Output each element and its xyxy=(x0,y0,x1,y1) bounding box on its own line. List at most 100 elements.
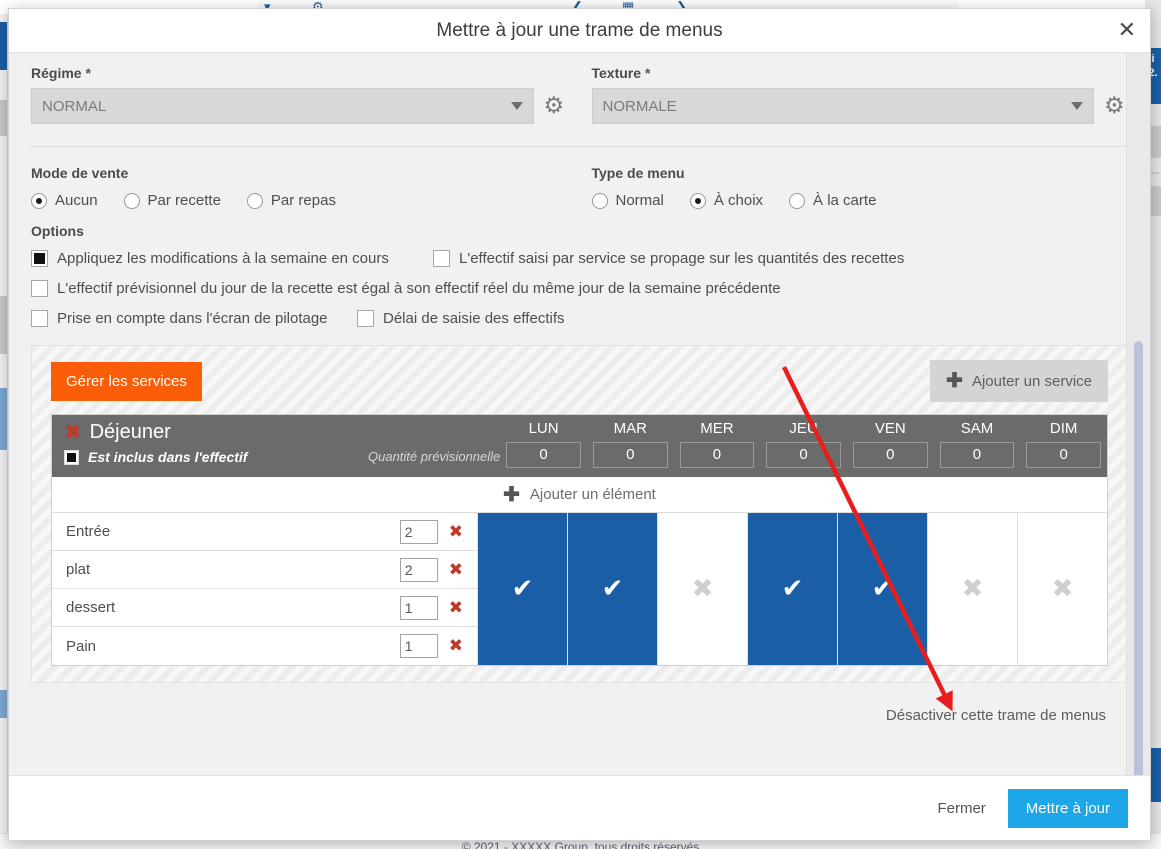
texture-select-wrap: NORMALE ⚙ xyxy=(591,88,1129,124)
service-included-row: Est inclus dans l'effectif xyxy=(64,449,352,465)
day-toggle-lun[interactable]: ✔ xyxy=(478,513,568,665)
day-toggle-ven[interactable]: ✔ xyxy=(838,513,928,665)
service-items-list: Entrée ✖ plat ✖ dessert ✖ xyxy=(52,513,477,665)
item-quantity-input[interactable] xyxy=(399,634,438,658)
cancel-button[interactable]: Fermer xyxy=(937,800,985,817)
add-element-button[interactable]: ✚ Ajouter un élément xyxy=(52,477,1107,513)
services-toolbar: Gérer les services ✚ Ajouter un service xyxy=(51,360,1108,402)
checkbox-indicator[interactable] xyxy=(64,449,79,465)
day-quantity-input[interactable]: 0 xyxy=(1026,442,1101,468)
regime-select-value: NORMAL xyxy=(42,97,107,115)
checkbox-label: Prise en compte dans l'écran de pilotage xyxy=(57,310,328,327)
day-quantity-input[interactable]: 0 xyxy=(679,442,755,468)
select-row: Régime * NORMAL ⚙ Texture * NORMALE ⚙ xyxy=(31,65,1128,124)
mode-de-vente-title: Mode de vente xyxy=(31,165,129,181)
day-quantity-input[interactable]: 0 xyxy=(766,442,841,468)
day-toggle-dim[interactable]: ✖ xyxy=(1018,513,1107,665)
texture-required-mark: * xyxy=(644,65,651,81)
gear-icon[interactable]: ⚙ xyxy=(544,94,568,118)
radio-indicator xyxy=(246,192,263,209)
radio-label: À choix xyxy=(713,192,764,209)
day-name: MAR xyxy=(613,420,647,437)
submit-button[interactable]: Mettre à jour xyxy=(1007,788,1128,828)
radio-label: Par repas xyxy=(270,192,336,209)
item-quantity-input[interactable] xyxy=(399,557,438,582)
background-left-marker-5 xyxy=(0,690,7,718)
day-name: MER xyxy=(700,420,734,437)
checkbox-forecast-equals-real[interactable]: L'effectif prévisionnel du jour de la re… xyxy=(31,280,781,297)
options-row-2: L'effectif prévisionnel du jour de la re… xyxy=(31,280,1128,297)
mode-de-vente-group: Mode de vente Aucun Par recette Par repa… xyxy=(31,165,568,209)
check-icon: ✔ xyxy=(511,574,534,604)
checkbox-label: Appliquez les modifications à la semaine… xyxy=(57,250,389,267)
texture-field: Texture * NORMALE ⚙ xyxy=(591,65,1129,124)
texture-select[interactable]: NORMALE xyxy=(591,88,1094,124)
add-service-button[interactable]: ✚ Ajouter un service xyxy=(930,360,1108,402)
day-column-mer: MER 0 xyxy=(674,420,761,468)
radio-label: Aucun xyxy=(55,192,98,209)
deactivate-template-link[interactable]: Désactiver cette trame de menus xyxy=(886,707,1106,724)
radio-type-a-choix[interactable]: À choix xyxy=(689,192,764,209)
radio-type-normal[interactable]: Normal xyxy=(591,192,664,209)
cross-icon: ✖ xyxy=(961,574,984,604)
background-left-marker-4 xyxy=(0,388,7,450)
item-name: Entrée xyxy=(66,523,111,540)
divider xyxy=(31,146,1128,147)
item-quantity-input[interactable] xyxy=(399,519,438,544)
remove-service-icon[interactable]: ✖ xyxy=(64,422,82,443)
checkbox-indicator xyxy=(433,250,450,267)
options-group: Options Appliquez les modifications à la… xyxy=(31,223,1128,327)
radio-mode-par-recette[interactable]: Par recette xyxy=(123,192,221,209)
day-column-dim: DIM 0 xyxy=(1020,420,1107,468)
table-row: dessert ✖ xyxy=(52,589,477,627)
day-name: DIM xyxy=(1049,420,1078,437)
chevron-down-icon xyxy=(1071,102,1083,110)
update-menu-template-modal: Mettre à jour une trame de menus ✕ Régim… xyxy=(8,8,1151,841)
gear-icon[interactable]: ⚙ xyxy=(1104,94,1128,118)
radio-mode-aucun[interactable]: Aucun xyxy=(31,192,98,209)
day-quantity-input[interactable]: 0 xyxy=(852,442,928,468)
remove-item-icon[interactable]: ✖ xyxy=(449,522,463,542)
mode-de-vente-radios: Aucun Par recette Par repas xyxy=(31,192,568,209)
plus-icon: ✚ xyxy=(503,483,520,506)
background-left-marker-2 xyxy=(0,100,7,136)
services-panel: Gérer les services ✚ Ajouter un service … xyxy=(31,345,1128,683)
day-toggle-sam[interactable]: ✖ xyxy=(928,513,1018,665)
deactivate-wrap: Désactiver cette trame de menus xyxy=(31,707,1128,725)
service-header-left: ✖ Déjeuner Est inclus dans l'effectif xyxy=(52,415,352,477)
remove-item-icon[interactable]: ✖ xyxy=(449,598,463,618)
texture-label: Texture * xyxy=(592,65,1129,81)
radio-type-a-la-carte[interactable]: À la carte xyxy=(789,192,876,209)
day-toggle-mar[interactable]: ✔ xyxy=(568,513,658,665)
day-quantity-input[interactable]: 0 xyxy=(592,442,668,468)
item-name: Pain xyxy=(66,637,97,655)
checkbox-apply-current-week[interactable]: Appliquez les modifications à la semaine… xyxy=(31,250,433,267)
scrollbar-thumb[interactable] xyxy=(1134,341,1143,775)
service-day-cells: ✔ ✔ ✖ ✔ ✔ ✖ ✖ xyxy=(477,513,1107,665)
regime-select[interactable]: NORMAL xyxy=(31,88,534,124)
manage-services-button[interactable]: Gérer les services xyxy=(51,361,202,401)
radio-label: Normal xyxy=(615,192,664,209)
mode-type-row: Mode de vente Aucun Par recette Par repa… xyxy=(31,165,1128,209)
checkbox-label: Délai de saisie des effectifs xyxy=(383,310,565,327)
service-name: Déjeuner xyxy=(89,421,171,443)
add-element-label: Ajouter un élément xyxy=(529,486,656,503)
options-row-3: Prise en compte dans l'écran de pilotage… xyxy=(31,310,1128,327)
remove-item-icon[interactable]: ✖ xyxy=(449,636,463,656)
checkbox-propagate-headcount[interactable]: L'effectif saisi par service se propage … xyxy=(433,250,904,267)
day-toggle-mer[interactable]: ✖ xyxy=(658,513,748,665)
day-quantity-input[interactable]: 0 xyxy=(506,442,581,468)
day-quantity-input[interactable]: 0 xyxy=(939,442,1015,468)
checkbox-pilotage-screen[interactable]: Prise en compte dans l'écran de pilotage xyxy=(31,310,357,327)
options-title: Options xyxy=(31,223,84,239)
checkbox-entry-delay[interactable]: Délai de saisie des effectifs xyxy=(357,310,565,327)
service-included-label: Est inclus dans l'effectif xyxy=(88,449,248,465)
day-toggle-jeu[interactable]: ✔ xyxy=(748,513,838,665)
check-icon: ✔ xyxy=(781,574,804,604)
close-icon[interactable]: ✕ xyxy=(1118,19,1136,42)
remove-item-icon[interactable]: ✖ xyxy=(449,560,463,580)
item-quantity-input[interactable] xyxy=(399,595,438,620)
radio-mode-par-repas[interactable]: Par repas xyxy=(246,192,336,209)
regime-label: Régime * xyxy=(31,65,568,81)
radio-indicator xyxy=(591,192,608,209)
